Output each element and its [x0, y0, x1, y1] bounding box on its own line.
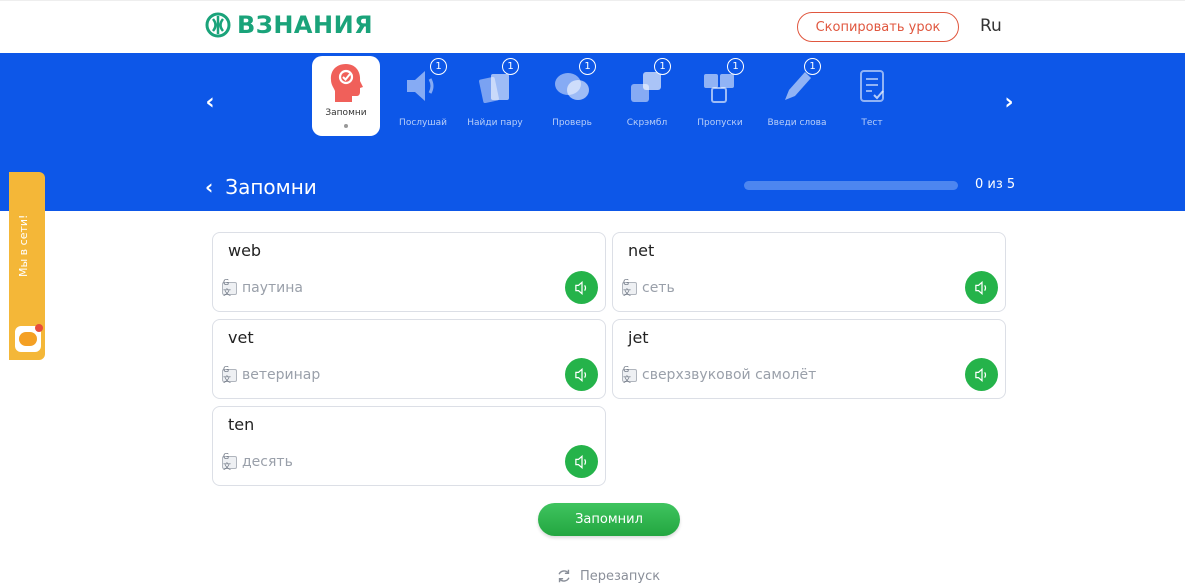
section-header: ‹ Запомни — [205, 175, 317, 199]
prev-activity-arrow[interactable]: ‹ — [200, 90, 220, 115]
restart-button[interactable]: Перезапуск — [556, 568, 660, 584]
card-word: ten — [228, 415, 255, 434]
word-card: jet G文 сверхзвуковой самолёт — [612, 319, 1006, 399]
blanks-icon: 1 — [696, 58, 744, 104]
speaker-icon — [574, 367, 586, 382]
mode-label: Введи слова — [767, 118, 827, 128]
word-card: web G文 паутина — [212, 232, 606, 312]
card-translation: G文 паутина — [222, 278, 304, 297]
logo[interactable]: ВЗНАНИЯ — [205, 11, 373, 39]
card-word: vet — [228, 328, 254, 347]
squares-icon: 1 — [623, 58, 671, 104]
card-translation: G文 ветеринар — [222, 365, 321, 384]
card-translation: G文 сеть — [622, 278, 675, 297]
back-arrow[interactable]: ‹ — [205, 175, 213, 199]
logo-icon — [205, 12, 231, 38]
speaker-icon: 1 — [399, 58, 447, 104]
mode-badge: 1 — [579, 58, 596, 75]
notification-dot — [35, 324, 43, 332]
word-card: vet G文 ветеринар — [212, 319, 606, 399]
mode-label: Запомни — [325, 108, 367, 118]
copy-lesson-button[interactable]: Скопировать урок — [797, 12, 959, 42]
play-sound-button[interactable] — [565, 445, 598, 478]
play-sound-button[interactable] — [565, 271, 598, 304]
mode-scramble[interactable]: 1 Скрэмбл — [611, 58, 683, 130]
translation-text: сеть — [642, 280, 675, 296]
pen-icon: 1 — [773, 58, 821, 104]
mode-label: Найди пару — [467, 118, 523, 128]
play-sound-button[interactable] — [565, 358, 598, 391]
mode-type-words[interactable]: 1 Введи слова — [761, 58, 833, 130]
mode-badge: 1 — [430, 58, 447, 75]
translation-text: сверхзвуковой самолёт — [642, 367, 817, 383]
test-icon — [848, 60, 896, 104]
mode-badge: 1 — [654, 58, 671, 75]
mode-blanks[interactable]: 1 Пропуски — [684, 58, 756, 130]
head-icon — [326, 62, 366, 104]
mode-remember[interactable]: Запомни — [312, 56, 380, 136]
remembered-button[interactable]: Запомнил — [538, 503, 680, 536]
cards-icon: 1 — [471, 58, 519, 104]
next-activity-arrow[interactable]: › — [999, 90, 1019, 115]
mode-label: Тест — [861, 118, 883, 128]
mode-label: Пропуски — [697, 118, 743, 128]
card-word: web — [228, 241, 262, 260]
play-sound-button[interactable] — [965, 271, 998, 304]
translation-text: десять — [242, 454, 293, 470]
mode-find-pair[interactable]: 1 Найди пару — [459, 58, 531, 130]
card-word: jet — [628, 328, 649, 347]
speaker-icon — [574, 280, 586, 295]
progress-bar — [744, 181, 958, 190]
mode-label: Скрэмбл — [626, 118, 668, 128]
translate-icon: G文 — [622, 365, 637, 384]
translate-icon: G文 — [222, 365, 237, 384]
language-selector[interactable]: Ru — [980, 16, 1002, 36]
translate-icon: G文 — [222, 278, 237, 297]
mode-badge: 1 — [502, 58, 519, 75]
top-header: ВЗНАНИЯ Скопировать урок Ru — [0, 0, 1185, 53]
progress-text: 0 из 5 — [975, 177, 1016, 192]
mode-check[interactable]: 1 Проверь — [536, 58, 608, 130]
online-chat-tab[interactable]: Мы в сети! — [9, 172, 45, 360]
word-card: ten G文 десять — [212, 406, 606, 486]
refresh-icon — [558, 569, 570, 583]
chat-bubbles-icon: 1 — [548, 58, 596, 104]
translate-icon: G文 — [222, 452, 237, 471]
mode-test[interactable]: Тест — [836, 60, 908, 130]
online-label: Мы в сети! — [17, 214, 30, 277]
card-translation: G文 десять — [222, 452, 293, 471]
restart-label: Перезапуск — [580, 568, 661, 584]
chat-icon[interactable] — [15, 324, 43, 352]
mode-badge: 1 — [804, 58, 821, 75]
translation-text: ветеринар — [242, 367, 321, 383]
mode-badge: 1 — [727, 58, 744, 75]
mode-listen[interactable]: 1 Послушай — [387, 58, 459, 130]
speaker-icon — [974, 367, 986, 382]
translation-text: паутина — [242, 280, 304, 296]
mode-label: Проверь — [552, 118, 592, 128]
speaker-icon — [574, 454, 586, 469]
play-sound-button[interactable] — [965, 358, 998, 391]
mode-label: Послушай — [399, 118, 447, 128]
word-card: net G文 сеть — [612, 232, 1006, 312]
card-translation: G文 сверхзвуковой самолёт — [622, 365, 817, 384]
active-indicator-dot — [344, 124, 348, 128]
card-word: net — [628, 241, 655, 260]
speaker-icon — [974, 280, 986, 295]
translate-icon: G文 — [622, 278, 637, 297]
logo-text: ВЗНАНИЯ — [237, 11, 374, 39]
section-title: Запомни — [225, 175, 317, 199]
